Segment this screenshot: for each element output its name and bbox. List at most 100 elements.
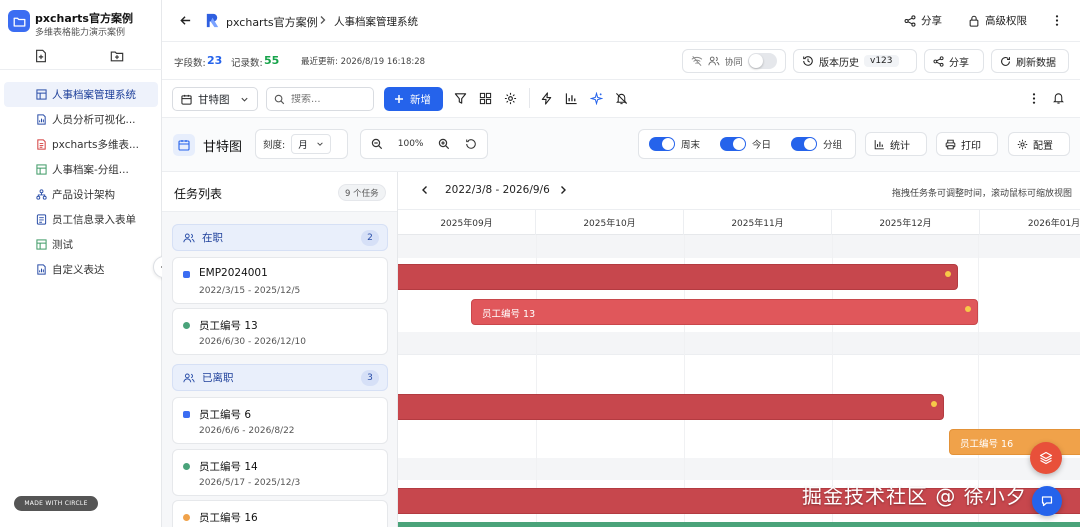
search-input[interactable] [291, 93, 361, 105]
app-logo[interactable] [8, 10, 30, 32]
lightning-icon[interactable] [540, 92, 554, 106]
breadcrumb-root[interactable]: pxcharts官方案例 [226, 14, 318, 30]
bar-chart-icon[interactable] [565, 92, 579, 106]
task-card[interactable]: 员工编号 14 2026/5/17 - 2025/12/3 [172, 449, 388, 496]
bell-off-icon[interactable] [615, 92, 629, 106]
gantt-bar[interactable] [398, 264, 958, 290]
next-range-icon[interactable] [558, 185, 568, 195]
collab-toggle[interactable] [747, 53, 778, 69]
zoom-level: 100% [397, 139, 424, 149]
lock-icon [969, 15, 979, 27]
share-label: 分享 [949, 57, 969, 69]
collab-label: 协同 [724, 57, 743, 68]
info-bar: 字段数: 23 记录数: 55 最近更新: 2026/8/19 16:18:28… [162, 42, 1080, 80]
group-row-resigned[interactable]: 已离职 3 [172, 364, 388, 391]
infobar-share-button[interactable]: 分享 [924, 49, 984, 73]
sidebar-item-hr-group[interactable]: 人事档案-分组... [4, 157, 158, 182]
layers-fab[interactable] [1030, 442, 1062, 474]
version-badge: v123 [864, 55, 899, 67]
add-record-button[interactable]: 新增 [384, 87, 443, 111]
gantt-bar[interactable] [398, 394, 944, 420]
new-folder-icon[interactable] [110, 49, 126, 65]
sidebar-item-product-arch[interactable]: 产品设计架构 [4, 182, 158, 207]
search-icon [274, 94, 285, 104]
task-count-badge: 9 个任务 [338, 184, 386, 201]
filter-icon[interactable] [454, 92, 468, 106]
gantt-timeline: 2022/3/8 - 2026/9/6 拖拽任务条可调整时间，滚动鼠标可缩放视图… [398, 172, 1080, 527]
task-dates: 2026/6/6 - 2026/8/22 [199, 426, 295, 436]
sidebar-item-staff-analysis[interactable]: 人员分析可视化... [4, 107, 158, 132]
sparkle-ai-icon[interactable] [590, 92, 604, 106]
sidebar-item-pxcharts-table[interactable]: pxcharts多维表... [4, 132, 158, 157]
gantt-bar[interactable]: 员工编号 13 [471, 299, 978, 325]
task-card[interactable]: 员工编号 13 2026/6/30 - 2026/12/10 [172, 308, 388, 355]
gantt-title: 甘特图 [203, 140, 243, 155]
bar-progress-knob[interactable] [945, 271, 951, 277]
group-switch[interactable] [791, 137, 818, 151]
refresh-button[interactable]: 刷新数据 [991, 49, 1069, 73]
task-card[interactable]: 员工编号 16 [172, 500, 388, 527]
zoom-in-icon[interactable] [438, 138, 450, 150]
task-name: 员工编号 13 [199, 320, 258, 332]
add-label: 新增 [410, 93, 431, 106]
weekend-label: 周末 [681, 140, 701, 151]
sidebar-item-label: 人事档案管理系统 [52, 89, 136, 101]
reset-icon[interactable] [465, 138, 477, 150]
config-button[interactable]: 配置 [1008, 132, 1070, 156]
breadcrumb-current: 人事档案管理系统 [334, 16, 418, 28]
bar-progress-knob[interactable] [965, 306, 971, 312]
more-vertical-icon[interactable] [1031, 92, 1037, 105]
more-vertical-icon[interactable] [1054, 14, 1060, 27]
bell-icon[interactable] [1052, 91, 1065, 105]
new-doc-icon[interactable] [34, 49, 50, 65]
bar-label: 员工编号 16 [960, 439, 1014, 450]
today-switch[interactable] [720, 137, 747, 151]
doc-red-icon [36, 139, 47, 150]
stats-button[interactable]: 统计 [865, 132, 927, 156]
zoom-out-icon[interactable] [371, 138, 383, 150]
sidebar-item-custom-expr[interactable]: 自定义表达 [4, 257, 158, 282]
task-dates: 2026/5/17 - 2025/12/3 [199, 478, 301, 488]
sidebar-item-test[interactable]: 测试 [4, 232, 158, 257]
month-header: 2025年09月 2025年10月 2025年11月 2025年12月 2026… [398, 210, 1080, 235]
records-label: 记录数: [231, 58, 263, 69]
sidebar-item-label: 人员分析可视化... [52, 114, 136, 126]
task-card[interactable]: EMP2024001 2022/3/15 - 2025/12/5 [172, 257, 388, 304]
bar-progress-knob[interactable] [931, 401, 937, 407]
group-row-active[interactable]: 在职 2 [172, 224, 388, 251]
prev-range-icon[interactable] [420, 185, 430, 195]
users-icon [708, 56, 720, 66]
group-count: 2 [361, 230, 379, 246]
permission-button[interactable]: 高级权限 [968, 13, 1027, 28]
collab-toggle-group[interactable]: 协同 [682, 49, 786, 73]
sidebar-item-label: 自定义表达 [52, 264, 105, 276]
view-select[interactable]: 甘特图 [172, 87, 258, 111]
header-share-button[interactable]: 分享 [904, 13, 942, 28]
month-cell: 2026年01月 [1027, 219, 1080, 229]
task-name: 员工编号 6 [199, 409, 252, 421]
gantt-bar[interactable] [398, 522, 1080, 527]
settings-gear-icon[interactable] [504, 92, 518, 106]
sidebar-item-hr-archive[interactable]: 人事档案管理系统 [4, 82, 158, 107]
search-box[interactable] [266, 87, 374, 111]
print-button[interactable]: 打印 [936, 132, 998, 156]
task-color-dot [183, 463, 190, 470]
version-history-button[interactable]: 版本历史 v123 [793, 49, 917, 73]
scale-select[interactable]: 月 [291, 134, 331, 154]
task-color-dot [183, 411, 190, 418]
help-fab[interactable] [1032, 486, 1062, 516]
sidebar-item-label: 产品设计架构 [52, 189, 115, 201]
back-arrow-icon[interactable] [179, 14, 192, 27]
made-with-badge[interactable]: MADE WITH CIRCLE [14, 496, 98, 511]
stats-label: 统计 [890, 140, 910, 152]
table-green-icon [36, 239, 47, 250]
share-label: 分享 [921, 15, 942, 27]
sidebar-item-staff-form[interactable]: 员工信息录入表单 [4, 207, 158, 232]
refresh-icon [1001, 56, 1010, 66]
task-dates: 2022/3/15 - 2025/12/5 [199, 286, 301, 296]
weekend-switch[interactable] [649, 137, 675, 151]
task-card[interactable]: 员工编号 6 2026/6/6 - 2026/8/22 [172, 397, 388, 444]
grid-icon[interactable] [479, 92, 493, 106]
task-name: 员工编号 16 [199, 512, 258, 524]
view-select-value: 甘特图 [198, 93, 230, 106]
